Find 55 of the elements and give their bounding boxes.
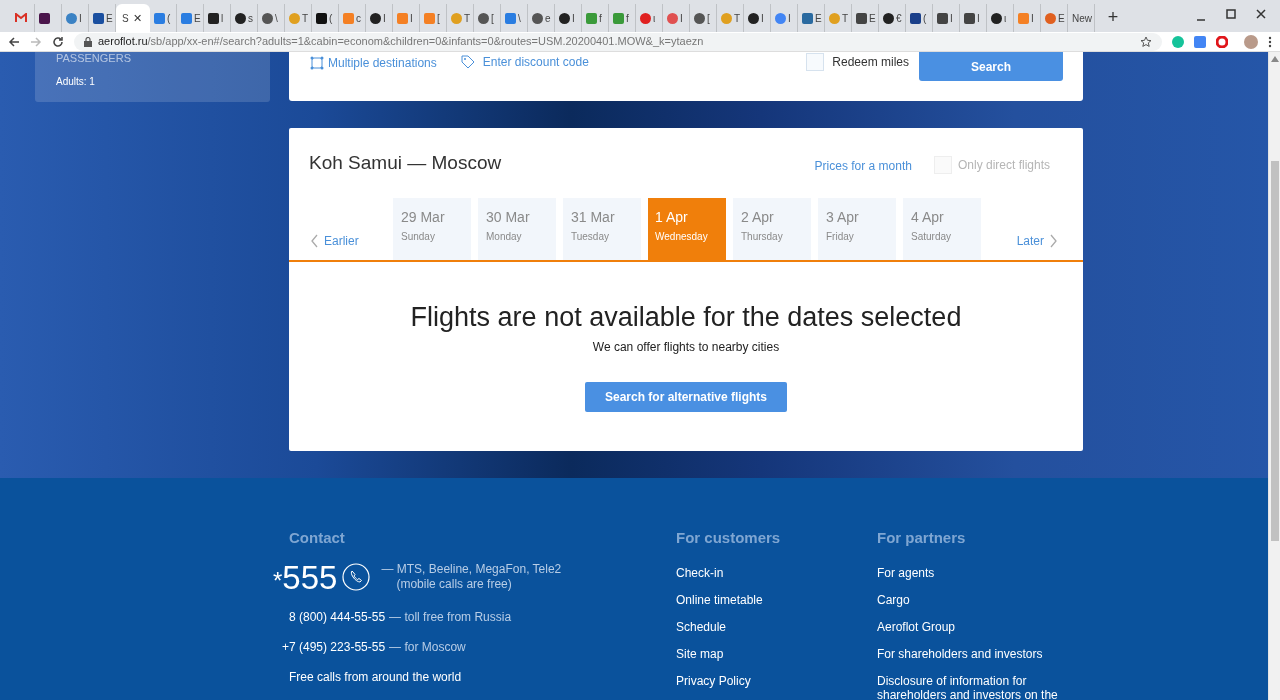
new-tab-button[interactable]: + [1101,4,1125,30]
footer-link[interactable]: Disclosure of information for shareholders and investors on the [877,673,1077,700]
footer-link[interactable]: Site map [676,646,877,661]
address-bar[interactable]: aeroflot.ru/sb/app/xx-en#/search?adults=1&cabin=econom&children=0&infants=0&routes=USM.20200401.MOW&_k=ytaezn [74,32,1162,51]
adults-count[interactable]: Adults: 1 [56,74,249,89]
route-icon [310,56,324,70]
discount-code-link[interactable]: Enter discount code [460,53,589,71]
footer-link[interactable]: Cargo [877,592,1077,607]
direct-flights-label: Only direct flights [957,157,1050,174]
redeem-miles-label: Redeem miles [832,54,909,71]
free-calls-note: (mobile calls are free) [396,577,513,592]
star-icon[interactable] [1140,35,1152,48]
short-number: 555 [282,560,338,594]
footer-link[interactable]: For shareholders and investors [877,646,1077,661]
chevron-right-icon [1050,234,1057,248]
footer-link[interactable]: Aeroflot Group [877,619,1077,634]
lock-icon [84,36,92,47]
no-flights-heading: Flights are not available for the dates selected [410,301,962,334]
footer-heading: For partners [877,528,967,548]
phone-number[interactable]: 8 (800) 444-55-55 [289,607,386,626]
phone-number[interactable]: +7 (495) 223-55-55 [282,637,386,656]
operator-note: — MTS, Beeline, MegaFon, Tele2 [381,562,562,577]
maximize-icon[interactable] [1226,9,1236,19]
route-title: Koh Samui — Moscow [309,150,502,175]
panel-heading: PASSENGERS [56,53,132,64]
translate-extension-icon[interactable] [1194,35,1206,48]
footer-link[interactable]: Online timetable [676,592,877,607]
back-icon[interactable] [8,35,20,48]
browser-tab[interactable]: S ✕ [116,4,150,32]
phone-icon[interactable] [342,563,371,591]
close-icon[interactable] [1256,9,1266,19]
world-calls-link[interactable]: Free calls from around the world [289,667,676,686]
multiple-destinations-link[interactable]: Multiple destinations [310,54,437,72]
footer-heading: For customers [676,528,782,548]
chevron-left-icon [311,234,318,248]
footer-link[interactable]: Schedule [676,619,877,634]
scrollbar-thumb[interactable] [1270,161,1279,541]
footer-link[interactable]: Privacy Policy [676,673,877,688]
phone-note: — for Moscow [389,638,466,656]
ring-extension-icon[interactable] [1216,35,1228,48]
footer-link[interactable]: For agents [877,565,1077,580]
footer-heading: Contact [289,528,346,548]
footer-link[interactable]: Check-in [676,565,877,580]
phone-note: — toll free from Russia [389,608,512,626]
nearby-cities-text: We can offer flights to nearby cities [592,339,780,356]
menu-icon[interactable] [1268,35,1272,48]
asterisk-text: * [273,569,283,593]
avatar-icon[interactable] [1244,34,1258,49]
reload-icon[interactable] [52,35,64,48]
redeem-miles-checkbox[interactable] [806,53,825,71]
tag-icon [460,55,475,69]
scroll-up-icon[interactable] [1270,56,1279,62]
close-tab-icon[interactable]: ✕ [132,12,142,24]
prices-for-month-link[interactable]: Prices for a month [814,157,912,175]
url-text: aeroflot.ru/sb/app/xx-en#/search?adults=1&cabin=econom&children=0&infants=0&routes=USM.20200401.MOW&_k=ytaezn [98,34,704,50]
